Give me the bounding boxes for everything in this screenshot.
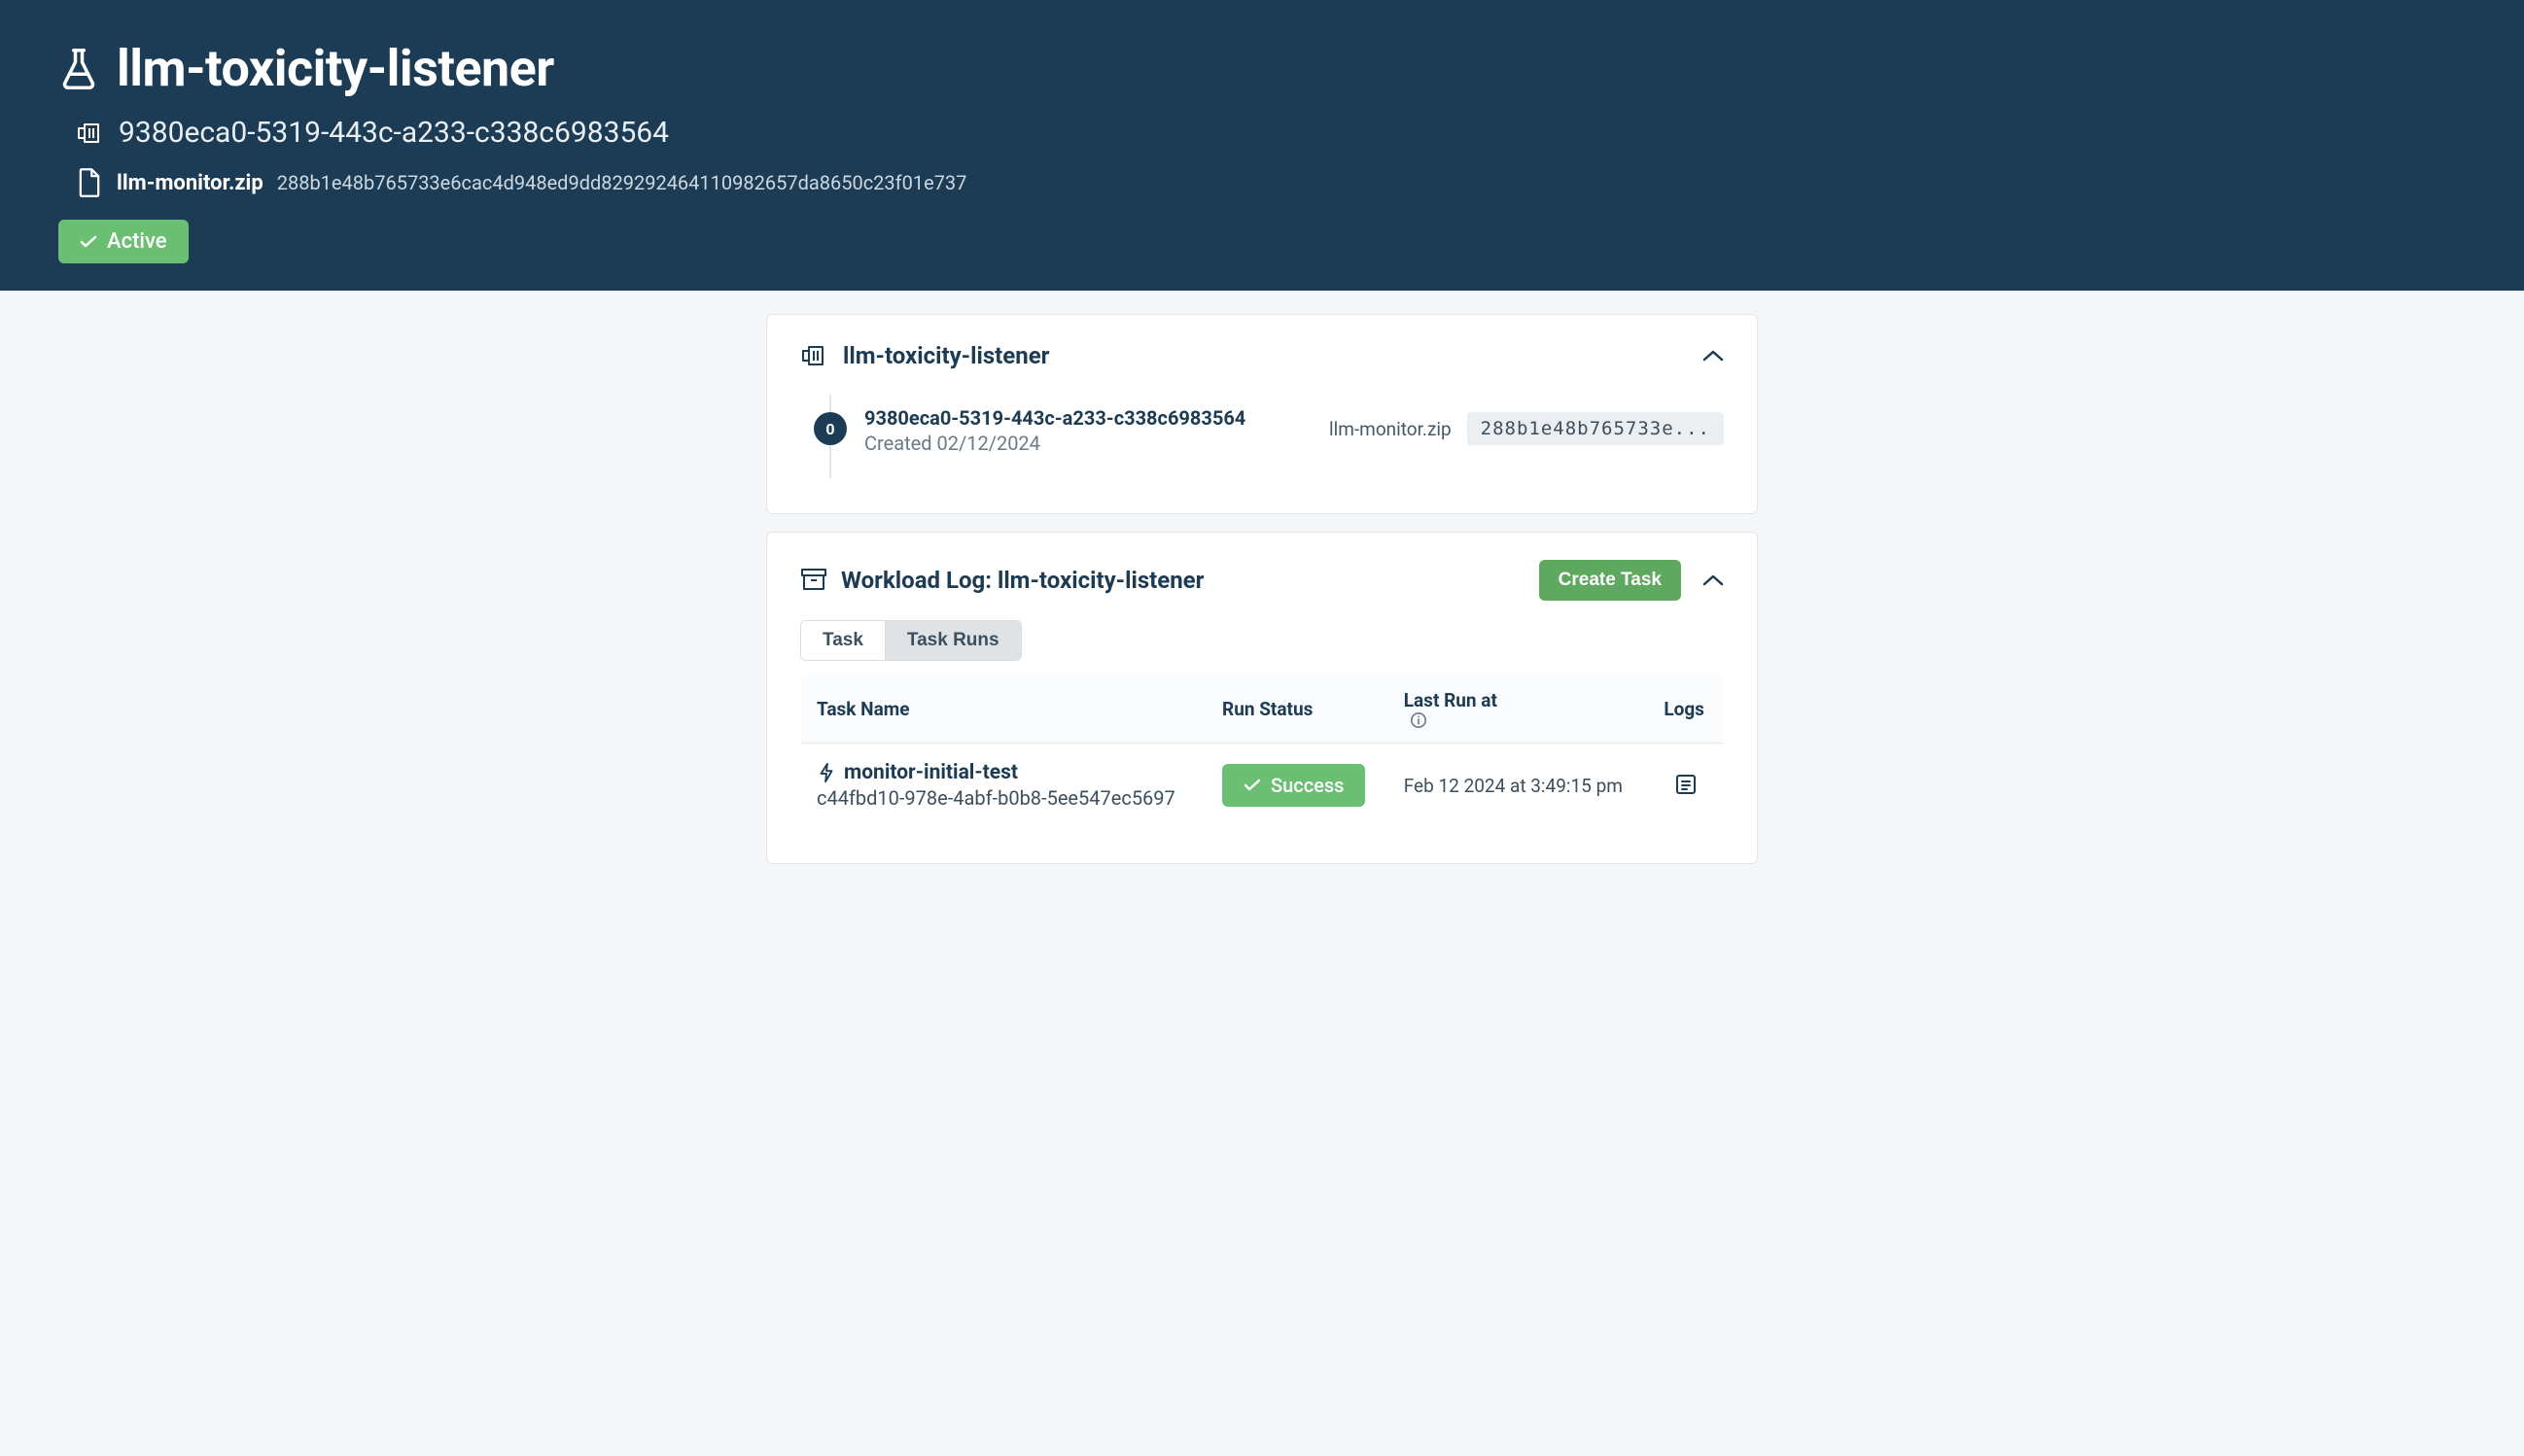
page-header: llm-toxicity-listener 9380eca0-5319-443c… bbox=[0, 0, 2524, 291]
status-badge: Active bbox=[58, 220, 189, 263]
task-runs-table: Task Name Run Status Last Run at Logs bbox=[800, 675, 1724, 828]
check-icon bbox=[1244, 779, 1261, 792]
workload-log-title: Workload Log: llm-toxicity-listener bbox=[841, 567, 1204, 594]
chevron-up-icon bbox=[1702, 573, 1724, 587]
logs-icon bbox=[1674, 773, 1698, 796]
version-index-badge: 0 bbox=[814, 412, 847, 445]
version-zip-name: llm-monitor.zip bbox=[1329, 418, 1452, 440]
collapse-toggle[interactable] bbox=[1702, 573, 1724, 587]
resource-id: 9380eca0-5319-443c-a233-c338c6983564 bbox=[119, 116, 669, 150]
col-logs: Logs bbox=[1648, 676, 1723, 744]
version-card: llm-toxicity-listener 0 9380eca0-5319-44… bbox=[766, 314, 1758, 514]
container-icon bbox=[800, 344, 827, 367]
task-id: c44fbd10-978e-4abf-b0b8-5ee547ec5697 bbox=[817, 786, 1191, 810]
file-icon bbox=[76, 167, 103, 198]
last-run-at: Feb 12 2024 at 3:49:15 pm bbox=[1388, 744, 1649, 828]
version-card-title: llm-toxicity-listener bbox=[843, 342, 1049, 369]
log-tabs: Task Task Runs bbox=[800, 620, 1022, 661]
check-icon bbox=[80, 235, 97, 249]
col-last-run-label: Last Run at bbox=[1404, 689, 1497, 711]
collapse-toggle[interactable] bbox=[1702, 349, 1724, 363]
col-run-status: Run Status bbox=[1207, 676, 1388, 744]
tab-task[interactable]: Task bbox=[801, 621, 885, 660]
create-task-button[interactable]: Create Task bbox=[1539, 560, 1681, 601]
archive-icon bbox=[800, 568, 827, 593]
file-hash: 288b1e48b765733e6cac4d948ed9dd8292924641… bbox=[277, 171, 967, 194]
page-title: llm-toxicity-listener bbox=[117, 39, 554, 98]
version-hash[interactable]: 288b1e48b765733e... bbox=[1467, 412, 1724, 445]
workload-log-card: Workload Log: llm-toxicity-listener Crea… bbox=[766, 532, 1758, 864]
col-last-run: Last Run at bbox=[1388, 676, 1649, 744]
container-icon bbox=[76, 121, 103, 145]
status-label: Active bbox=[107, 229, 167, 254]
version-timeline: 0 9380eca0-5319-443c-a233-c338c6983564 C… bbox=[800, 395, 1724, 478]
run-status-label: Success bbox=[1271, 774, 1344, 797]
chevron-up-icon bbox=[1702, 349, 1724, 363]
flask-icon bbox=[58, 46, 99, 92]
table-row: monitor-initial-test c44fbd10-978e-4abf-… bbox=[801, 744, 1724, 828]
task-name: monitor-initial-test bbox=[844, 761, 1018, 784]
view-logs-button[interactable] bbox=[1672, 771, 1700, 798]
info-icon[interactable] bbox=[1410, 711, 1427, 729]
run-status-badge: Success bbox=[1222, 764, 1365, 807]
file-name: llm-monitor.zip bbox=[117, 171, 263, 195]
tab-task-runs[interactable]: Task Runs bbox=[885, 621, 1021, 660]
version-created-date: Created 02/12/2024 bbox=[864, 432, 1329, 455]
bolt-icon bbox=[817, 762, 836, 783]
col-task-name: Task Name bbox=[801, 676, 1208, 744]
version-id: 9380eca0-5319-443c-a233-c338c6983564 bbox=[864, 406, 1329, 430]
